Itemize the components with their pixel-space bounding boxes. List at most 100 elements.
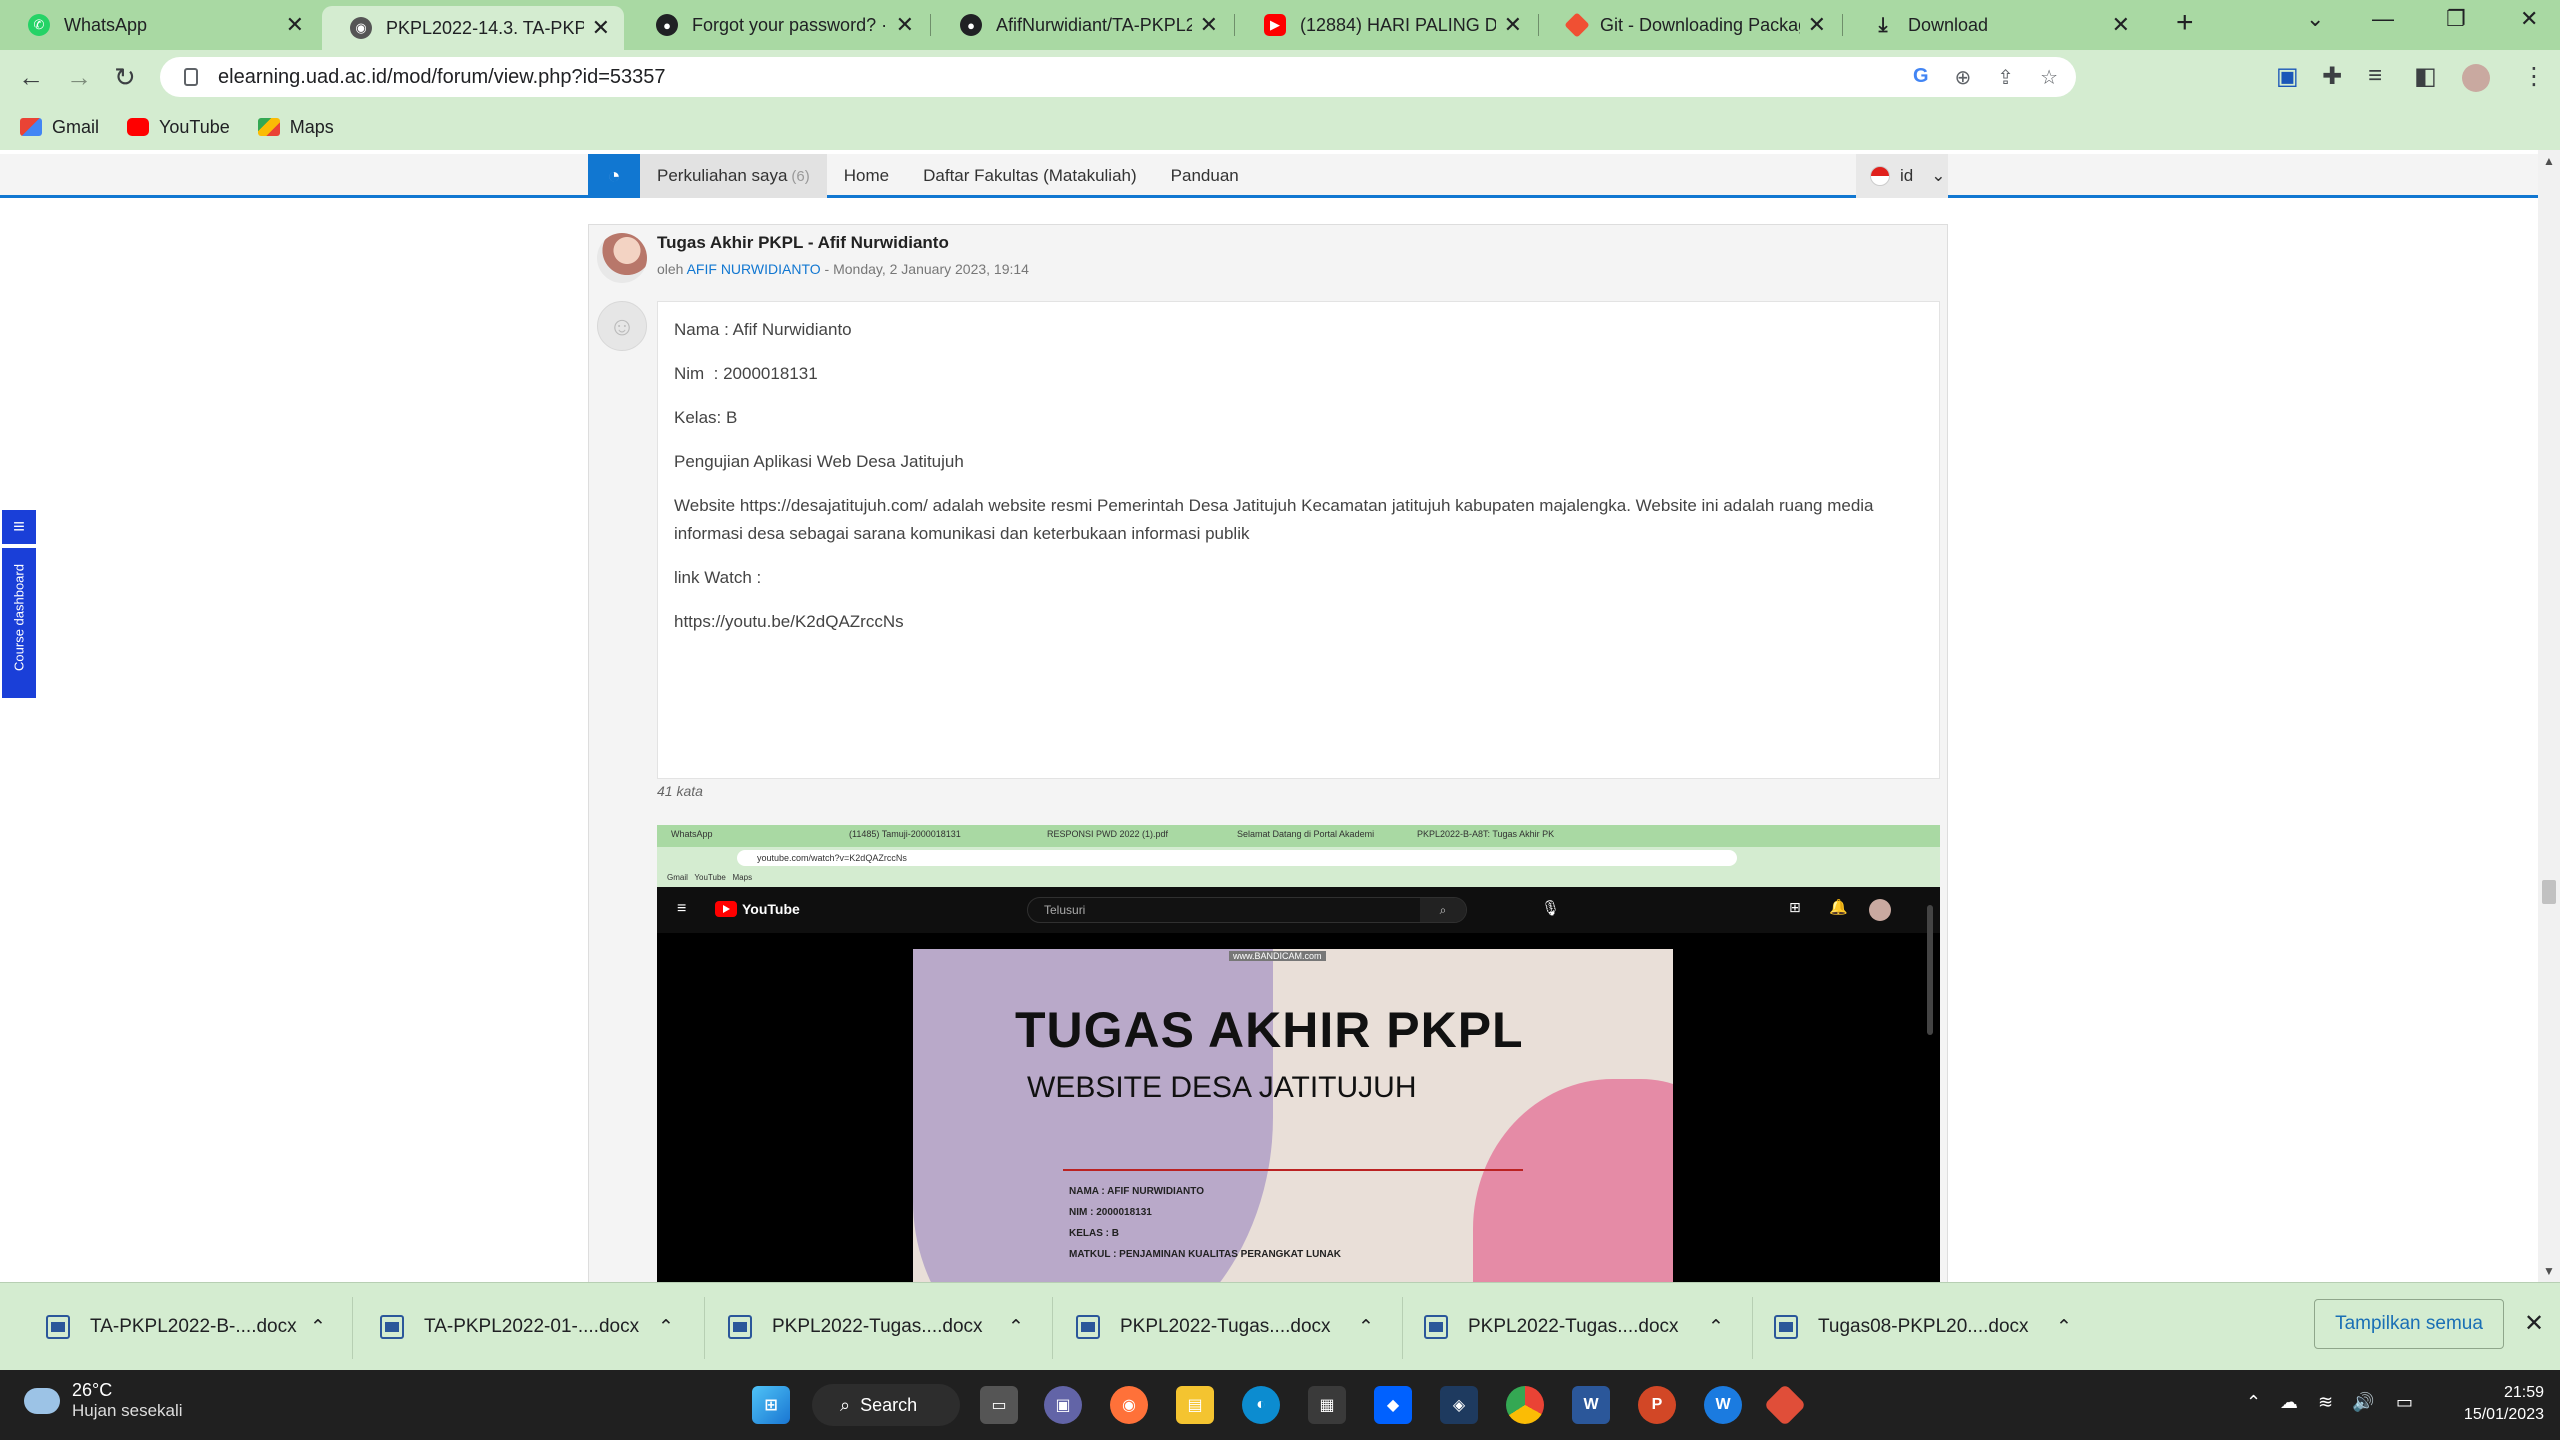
scroll-up-icon[interactable]: ▲ <box>2543 154 2555 168</box>
chevron-up-icon[interactable]: ⌃ <box>1708 1309 1724 1345</box>
firefox-icon[interactable]: ◉ <box>1110 1386 1148 1424</box>
share-icon[interactable]: ⇪ <box>1997 65 2014 90</box>
tab-whatsapp[interactable]: ✆ WhatsApp ✕ <box>0 6 318 44</box>
bookmark-youtube[interactable]: YouTube <box>127 117 230 138</box>
tab-download[interactable]: ⤓ Download ✕ <box>1844 6 2144 44</box>
forward-button[interactable]: → <box>66 62 92 93</box>
onedrive-icon[interactable]: ☁ <box>2280 1392 2298 1413</box>
microsoft-store-icon[interactable]: ▦ <box>1308 1386 1346 1424</box>
google-lens-icon[interactable]: G <box>1913 65 1929 90</box>
git-icon <box>1564 12 1590 38</box>
battery-icon[interactable]: ▭ <box>2396 1392 2413 1413</box>
download-item[interactable]: TA-PKPL2022-01-....docx <box>380 1309 639 1345</box>
author-avatar[interactable] <box>597 233 647 283</box>
reload-button[interactable]: ↻ <box>114 62 136 93</box>
nav-home[interactable]: Home <box>827 154 906 198</box>
attached-screenshot[interactable]: WhatsApp (11485) Tamuji-2000018131 RESPO… <box>657 825 1940 1282</box>
tab-pkpl-forum[interactable]: ◉ PKPL2022-14.3. TA-PKPL20 ✕ <box>322 6 624 50</box>
volume-icon[interactable]: 🔊 <box>2352 1392 2374 1413</box>
show-all-downloads-button[interactable]: Tampilkan semua <box>2314 1299 2504 1349</box>
reading-list-icon[interactable]: ▣ <box>2276 62 2299 91</box>
nav-faculty-list[interactable]: Daftar Fakultas (Matakuliah) <box>906 154 1154 198</box>
page-scrollbar[interactable]: ▲ ▼ <box>2538 150 2560 1282</box>
git-app-icon[interactable] <box>1763 1383 1807 1427</box>
course-dashboard-tab[interactable]: Course dashboard <box>2 548 36 698</box>
post-content: Nama : Afif Nurwidianto Nim : 2000018131… <box>657 301 1940 779</box>
back-button[interactable]: ← <box>18 62 44 93</box>
wifi-icon[interactable]: ≋ <box>2318 1392 2333 1413</box>
scroll-down-icon[interactable]: ▼ <box>2543 1264 2555 1278</box>
author-link[interactable]: AFIF NURWIDIANTO <box>687 261 821 277</box>
dashboard-icon[interactable]: ◔ <box>588 154 640 198</box>
close-icon[interactable]: ✕ <box>1504 12 1522 38</box>
tab-search-chevron-icon[interactable]: ⌄ <box>2306 6 2324 32</box>
bookmark-maps[interactable]: Maps <box>257 117 334 138</box>
tray-chevron-icon[interactable]: ⌃ <box>2246 1392 2261 1413</box>
zoom-icon[interactable]: ⊕ <box>1955 65 1972 90</box>
download-filename: PKPL2022-Tugas....docx <box>1468 1316 1679 1337</box>
tab-separator <box>1538 14 1539 36</box>
download-item[interactable]: TA-PKPL2022-B-....docx <box>46 1309 297 1345</box>
powerpoint-icon[interactable]: P <box>1638 1386 1676 1424</box>
tab-youtube[interactable]: ▶ (12884) HARI PALING DEG ✕ <box>1236 6 1536 44</box>
teams-chat-icon[interactable]: ▣ <box>1044 1386 1082 1424</box>
tab-github-forgot[interactable]: ● Forgot your password? · G ✕ <box>628 6 928 44</box>
menu-kebab-icon[interactable]: ⋮ <box>2522 62 2546 91</box>
chevron-up-icon[interactable]: ⌃ <box>2056 1309 2072 1345</box>
weather-widget[interactable]: 26°C Hujan sesekali <box>24 1380 183 1421</box>
word-icon[interactable]: W <box>1572 1386 1610 1424</box>
vscode-icon[interactable]: ◈ <box>1440 1386 1478 1424</box>
close-icon[interactable]: ✕ <box>896 12 914 38</box>
rain-cloud-icon <box>24 1387 60 1414</box>
side-panel-icon[interactable]: ◧ <box>2414 62 2437 91</box>
task-view-icon[interactable]: ▭ <box>980 1386 1018 1424</box>
start-windows-icon[interactable]: ⊞ <box>752 1386 790 1424</box>
nav-guide[interactable]: Panduan <box>1154 154 1256 198</box>
chevron-up-icon[interactable]: ⌃ <box>310 1309 326 1345</box>
post-line: Website https://desajatitujuh.com/ adala… <box>674 496 1874 543</box>
menu-icon[interactable]: ≡ <box>2 510 36 544</box>
close-icon[interactable]: ✕ <box>1200 12 1218 38</box>
file-explorer-icon[interactable]: ▤ <box>1176 1386 1214 1424</box>
restore-button[interactable]: ❐ <box>2446 6 2466 32</box>
post-line: Pengujian Aplikasi Web Desa Jatitujuh <box>674 452 964 471</box>
bandicam-watermark: www.BANDICAM.com <box>1229 951 1326 961</box>
edge-icon[interactable]: ◐ <box>1242 1386 1280 1424</box>
download-item[interactable]: PKPL2022-Tugas....docx <box>728 1309 983 1345</box>
media-controls-icon[interactable]: ≡ <box>2368 62 2382 90</box>
new-tab-button[interactable]: + <box>2176 6 2194 40</box>
download-item[interactable]: Tugas08-PKPL20....docx <box>1774 1309 2029 1345</box>
profile-avatar[interactable] <box>2462 64 2490 92</box>
tab-git-download[interactable]: Git - Downloading Packag ✕ <box>1540 6 1840 44</box>
language-selector[interactable]: id ⌄ <box>1856 154 1948 198</box>
minimize-button[interactable]: — <box>2372 6 2394 32</box>
close-icon[interactable]: ✕ <box>286 12 304 38</box>
close-downloads-button[interactable]: ✕ <box>2524 1309 2544 1338</box>
chevron-up-icon[interactable]: ⌃ <box>658 1309 674 1345</box>
dropbox-icon[interactable]: ◆ <box>1374 1386 1412 1424</box>
nav-my-courses[interactable]: Perkuliahan saya (6) <box>640 154 827 198</box>
indonesia-flag-icon <box>1870 166 1890 186</box>
tab-github-repo[interactable]: ● AfifNurwidiant/TA-PKPL22 ✕ <box>932 6 1232 44</box>
tab-separator <box>930 14 931 36</box>
close-icon[interactable]: ✕ <box>592 15 610 41</box>
taskbar-search[interactable]: ⌕ Search <box>812 1384 960 1426</box>
chevron-up-icon[interactable]: ⌃ <box>1358 1309 1374 1345</box>
slide-info-line: NIM : 2000018131 <box>1069 1207 1152 1218</box>
bookmark-gmail[interactable]: Gmail <box>20 117 99 138</box>
chrome-icon[interactable] <box>1506 1386 1544 1424</box>
slide-subtitle: WEBSITE DESA JATITUJUH <box>1027 1071 1417 1104</box>
close-icon[interactable]: ✕ <box>2112 12 2130 38</box>
address-bar[interactable]: elearning.uad.ac.id/mod/forum/view.php?i… <box>160 57 2076 97</box>
extensions-icon[interactable]: ✚ <box>2322 62 2342 91</box>
system-clock[interactable]: 21:59 15/01/2023 <box>2444 1382 2544 1426</box>
download-item[interactable]: PKPL2022-Tugas....docx <box>1076 1309 1331 1345</box>
download-item[interactable]: PKPL2022-Tugas....docx <box>1424 1309 1679 1345</box>
close-icon[interactable]: ✕ <box>1808 12 1826 38</box>
close-window-button[interactable]: ✕ <box>2520 6 2538 32</box>
bookmark-star-icon[interactable]: ☆ <box>2040 65 2058 90</box>
word-app-icon[interactable]: W <box>1704 1386 1742 1424</box>
youtube-link[interactable]: https://youtu.be/K2dQAZrccNs <box>674 608 1923 636</box>
chevron-up-icon[interactable]: ⌃ <box>1008 1309 1024 1345</box>
scroll-thumb[interactable] <box>2542 880 2556 904</box>
